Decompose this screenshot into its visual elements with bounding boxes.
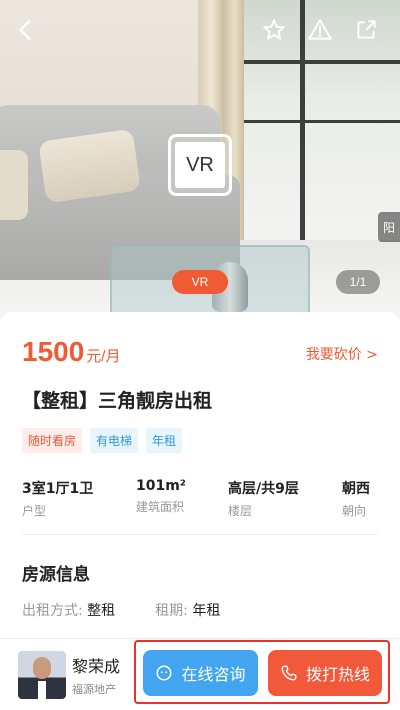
divider xyxy=(22,534,378,535)
lease-term: 租期: 年租 xyxy=(155,603,221,619)
tag-annual-lease: 年租 xyxy=(146,428,183,453)
vr-badge-label: VR xyxy=(175,142,225,188)
photo-counter: 1/1 xyxy=(336,270,380,294)
back-icon[interactable] xyxy=(10,14,42,46)
tag-elevator: 有电梯 xyxy=(90,428,139,453)
action-highlight-box xyxy=(134,640,390,704)
photo-pillow xyxy=(38,128,141,204)
favorite-star-icon[interactable] xyxy=(258,14,290,46)
spec-area: 101m² 建筑面积 xyxy=(136,478,186,514)
vr-tab[interactable]: VR xyxy=(172,270,228,294)
listing-title: 【整租】三角靓房出租 xyxy=(22,390,213,412)
price-unit: 元/月 xyxy=(86,348,121,365)
agent-name[interactable]: 黎荣成 xyxy=(72,653,120,677)
section-title: 房源信息 xyxy=(22,565,90,585)
price-row: 1500 元/月 我要砍价 > xyxy=(22,336,378,370)
listing-detail-card: 1500 元/月 我要砍价 > 【整租】三角靓房出租 随时看房 有电梯 年租 3室… xyxy=(0,312,400,642)
side-room-tab[interactable]: 阳 xyxy=(378,212,400,242)
agent-avatar[interactable] xyxy=(18,651,66,699)
spec-floor: 高层/共9层 楼层 xyxy=(228,481,299,518)
info-row: 出租方式: 整租 租期: 年租 xyxy=(22,600,220,620)
share-icon[interactable] xyxy=(350,14,382,46)
spec-layout: 3室1厅1卫 户型 xyxy=(22,481,94,518)
agent-company: 福源地产 xyxy=(72,683,116,696)
tag-viewing: 随时看房 xyxy=(22,428,83,453)
spec-orientation: 朝西 朝向 xyxy=(342,481,370,518)
rent-method: 出租方式: 整租 xyxy=(22,603,116,619)
listing-photo[interactable]: VR VR 1/1 阳 xyxy=(0,0,400,320)
bargain-link[interactable]: 我要砍价 > xyxy=(306,344,378,364)
vr-view-button[interactable]: VR xyxy=(168,134,232,196)
price-value: 1500 xyxy=(22,336,85,367)
report-warning-icon[interactable] xyxy=(304,14,336,46)
tag-list: 随时看房 有电梯 年租 xyxy=(22,428,183,453)
spec-row: 3室1厅1卫 户型 101m² 建筑面积 高层/共9层 楼层 朝西 朝向 xyxy=(22,478,378,519)
price: 1500 元/月 xyxy=(22,336,120,368)
